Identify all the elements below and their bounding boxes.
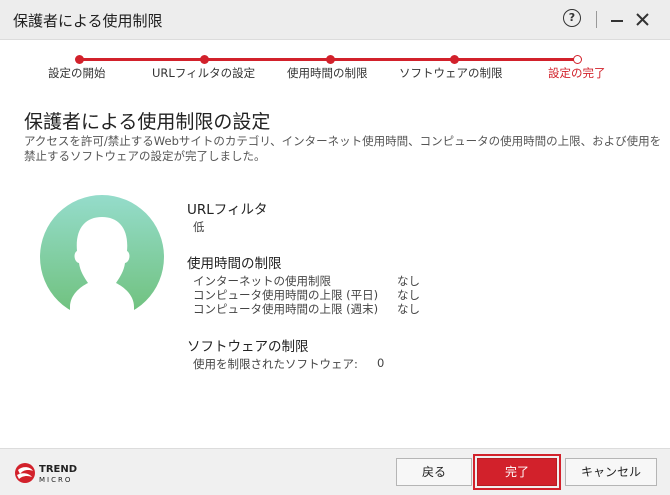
- step-label-url-filter: URLフィルタの設定: [152, 66, 256, 80]
- step-label-time-limit: 使用時間の制限: [287, 66, 368, 80]
- cancel-button[interactable]: キャンセル: [565, 458, 657, 486]
- wizard-stepper: 設定の開始 URLフィルタの設定 使用時間の制限 ソフトウェアの制限 設定の完了: [0, 52, 670, 82]
- time-limit-title: 使用時間の制限: [187, 256, 282, 272]
- step-label-software: ソフトウェアの制限: [399, 66, 503, 80]
- step-dot-complete: [573, 55, 582, 64]
- title-bar: 保護者による使用制限 ?: [0, 0, 670, 40]
- logo-text-bottom: MICRO: [39, 476, 72, 484]
- url-filter-title: URLフィルタ: [187, 202, 268, 218]
- help-icon[interactable]: ?: [563, 9, 581, 27]
- step-dot-time-limit: [326, 55, 335, 64]
- restricted-software-label: 使用を制限されたソフトウェア:: [193, 357, 358, 371]
- step-dot-start: [75, 55, 84, 64]
- footer-bar: TREND MICRO 戻る 完了 キャンセル: [0, 448, 670, 495]
- back-button[interactable]: 戻る: [396, 458, 472, 486]
- step-label-complete: 設定の完了: [548, 66, 606, 80]
- step-label-start: 設定の開始: [48, 66, 106, 80]
- weekend-limit-label: コンピュータ使用時間の上限 (週末): [193, 302, 379, 316]
- software-limit-title: ソフトウェアの制限: [187, 339, 309, 355]
- window-title: 保護者による使用制限: [13, 12, 163, 30]
- url-filter-level: 低: [193, 220, 205, 234]
- trend-micro-logo: TREND MICRO: [14, 462, 94, 486]
- step-dot-url-filter: [200, 55, 209, 64]
- restricted-software-count: 0: [377, 356, 385, 370]
- logo-text-top: TREND: [39, 464, 77, 475]
- minimize-icon[interactable]: [608, 6, 626, 32]
- title-bar-divider: [596, 11, 597, 28]
- page-description: アクセスを許可/禁止するWebサイトのカテゴリ、インターネット使用時間、コンピュ…: [24, 134, 662, 163]
- weekend-limit-value: なし: [397, 302, 420, 316]
- page-title: 保護者による使用制限の設定: [24, 111, 271, 133]
- user-avatar-icon: [40, 195, 164, 319]
- close-icon[interactable]: [633, 6, 653, 32]
- step-dot-software: [450, 55, 459, 64]
- finish-button[interactable]: 完了: [473, 454, 561, 490]
